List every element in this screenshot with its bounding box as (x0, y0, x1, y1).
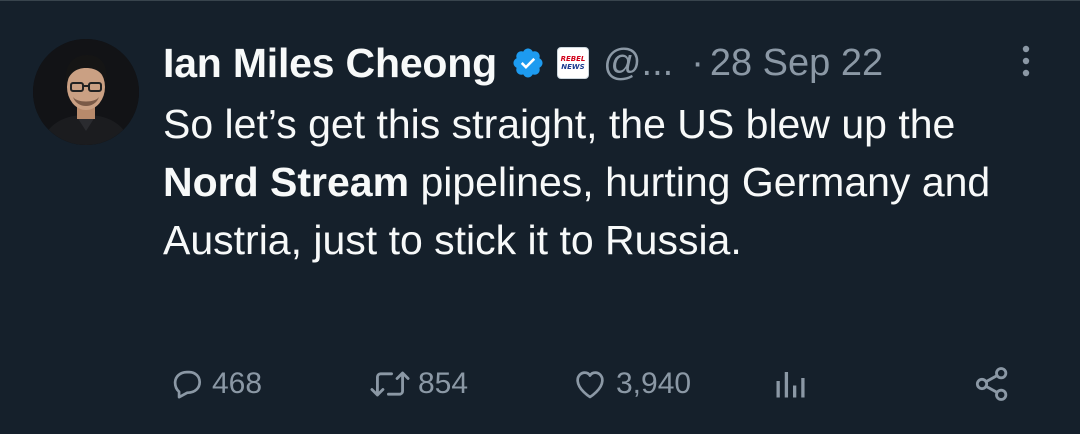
separator-dot: · (691, 41, 704, 84)
tweet-text-part1: So let’s get this straight, the US blew … (163, 101, 956, 147)
tweet-header: Ian Miles Cheong REBEL NEWS @... · 28 Se… (163, 37, 883, 89)
like-button[interactable]: 3,940 (570, 361, 691, 407)
views-icon (772, 365, 808, 403)
author-name[interactable]: Ian Miles Cheong (163, 40, 497, 87)
reply-button[interactable]: 468 (168, 361, 262, 407)
reply-icon (168, 365, 206, 403)
action-bar: 468 854 3,940 (168, 361, 1028, 407)
share-button[interactable] (972, 361, 1012, 407)
reply-count: 468 (212, 367, 263, 400)
like-icon (570, 365, 610, 403)
avatar[interactable] (33, 39, 139, 145)
more-icon[interactable] (1016, 43, 1036, 79)
tweet-date[interactable]: 28 Sep 22 (710, 42, 883, 85)
retweet-icon (368, 365, 412, 403)
retweet-count: 854 (418, 367, 469, 400)
like-count: 3,940 (616, 367, 692, 400)
views-button[interactable] (772, 361, 808, 407)
author-handle[interactable]: @... (603, 42, 673, 85)
affiliate-badge[interactable]: REBEL NEWS (556, 47, 589, 79)
retweet-button[interactable]: 854 (368, 361, 468, 407)
share-icon (972, 364, 1012, 404)
tweet-text-bold: Nord Stream (163, 159, 410, 205)
tweet-text: So let’s get this straight, the US blew … (163, 95, 1043, 269)
tweet-card[interactable]: Ian Miles Cheong REBEL NEWS @... · 28 Se… (0, 0, 1080, 434)
verified-badge-icon[interactable] (511, 46, 545, 80)
